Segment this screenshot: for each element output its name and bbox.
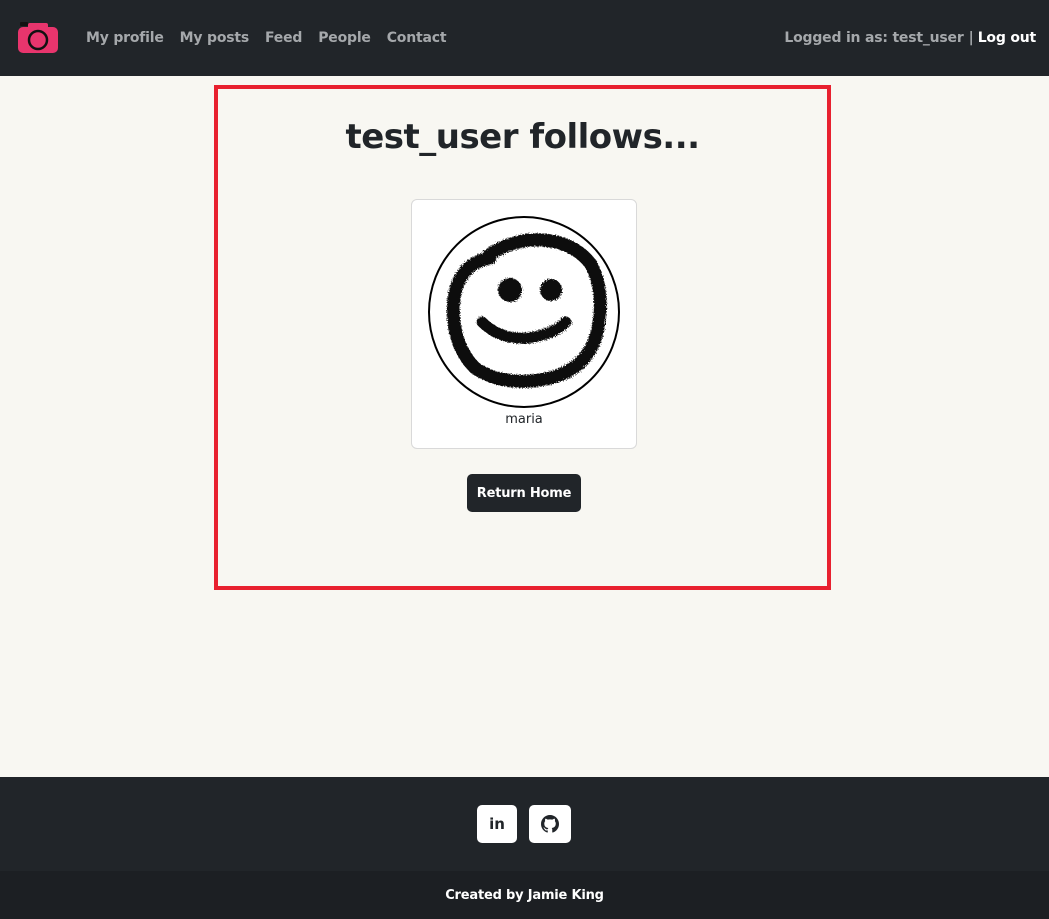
user-card-username[interactable]: maria (412, 412, 636, 427)
separator: | (968, 30, 974, 46)
return-home-button[interactable]: Return Home (467, 474, 581, 512)
avatar[interactable] (428, 216, 620, 408)
nav-links: My profile My posts Feed People Contact (86, 0, 462, 76)
copyright-text: Created by Jamie King (445, 887, 604, 903)
footer: in (0, 777, 1049, 871)
logout-link[interactable]: Log out (978, 30, 1037, 46)
nav-people[interactable]: People (318, 30, 371, 46)
linkedin-button[interactable]: in (477, 805, 517, 843)
following-panel: test_user follows... maria Return Home (214, 85, 831, 590)
nav-my-profile[interactable]: My profile (86, 30, 164, 46)
github-button[interactable] (529, 805, 571, 843)
copyright-bar: Created by Jamie King (0, 871, 1049, 919)
page-title: test_user follows... (345, 117, 700, 157)
navbar: My profile My posts Feed People Contact … (0, 0, 1049, 76)
smiley-face-icon (446, 233, 607, 388)
nav-feed[interactable]: Feed (265, 30, 302, 46)
logged-in-text: Logged in as: test_user (784, 30, 964, 46)
nav-my-posts[interactable]: My posts (180, 30, 250, 46)
user-status: Logged in as: test_user | Log out (784, 0, 1036, 76)
camera-icon[interactable] (17, 20, 59, 54)
linkedin-icon: in (489, 815, 505, 833)
github-icon (541, 815, 559, 833)
nav-contact[interactable]: Contact (387, 30, 447, 46)
user-card[interactable]: maria (411, 199, 637, 449)
